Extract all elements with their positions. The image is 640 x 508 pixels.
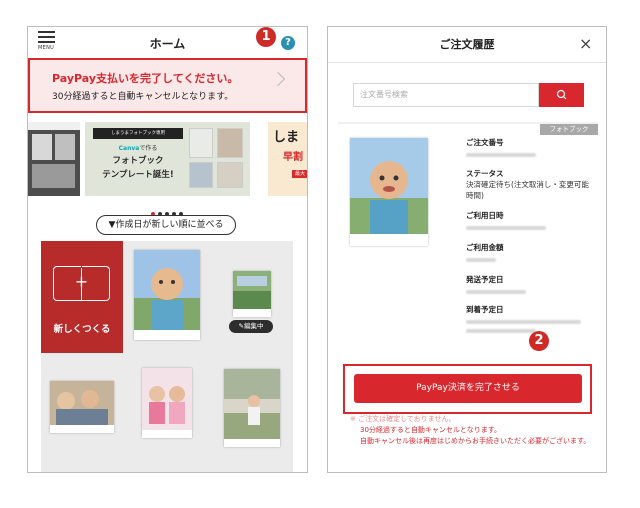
search-button[interactable] <box>539 83 584 107</box>
photobook-item[interactable] <box>126 356 208 468</box>
note-line: ※ ご注文は確定しておりません。 <box>350 415 456 423</box>
callout-badge-2: 2 <box>529 331 549 351</box>
photobook-item[interactable]: ✎編集中 <box>211 241 293 353</box>
order-search: 注文番号検索 <box>338 68 598 122</box>
order-cover-photo <box>350 138 428 234</box>
payment-notes: ※ ご注文は確定しておりません。 30分経過すると自動キャンセルとなります。 自… <box>350 414 600 447</box>
promo-slide-next[interactable]: しま 早割 最大 <box>268 122 307 196</box>
status-field: ステータス 決済確定待ち(注文取消し・変更可能時間) <box>466 168 591 201</box>
photobook-cover <box>233 271 271 317</box>
note-line: 自動キャンセル後は再度はじめからお手続きいただく必要がございます。 <box>360 437 591 445</box>
promo-next-title: しま <box>273 130 300 145</box>
photobook-cover <box>50 381 114 433</box>
close-icon[interactable]: × <box>579 36 592 52</box>
new-photobook-label: 新しくつくる <box>53 324 111 335</box>
arrive-date-field: 到着予定日 <box>466 304 581 333</box>
chevron-right-icon <box>270 71 286 87</box>
order-history-header: ご注文履歴 × <box>328 27 606 63</box>
banner-title: PayPay支払いを完了してください。 <box>52 72 239 85</box>
photobook-cover <box>224 369 280 447</box>
order-history-screen: ご注文履歴 × 注文番号検索 フォトブック ご注文番号 ステータス 決済確定待ち… <box>327 26 607 473</box>
banner-subtitle: 30分経過すると自動キャンセルとなります。 <box>52 92 234 102</box>
status-value: 決済確定待ち(注文取消し・変更可能時間) <box>466 180 589 200</box>
promo-canva-line: Canvaで作る <box>118 145 158 152</box>
sort-button[interactable]: ▼作成日が新しい順に並べる <box>96 215 236 235</box>
ship-date-field: 発送予定日 <box>466 274 526 294</box>
cover-photo <box>50 381 114 425</box>
payment-highlight: PayPay決済を完了させる <box>343 364 592 414</box>
photobook-item[interactable] <box>211 356 293 468</box>
slide-image <box>28 122 80 196</box>
promo-photos <box>189 128 245 190</box>
callout-badge-1: 1 <box>256 27 276 47</box>
amount-field: ご利用金額 <box>466 242 504 262</box>
new-photobook-button[interactable]: + 新しくつくる <box>41 241 123 353</box>
note-line: 30分経過すると自動キャンセルとなります。 <box>360 426 501 434</box>
promo-carousel[interactable]: しまうまフォトブック専用 Canvaで作る フォトブック テンプレート誕生! し… <box>28 122 307 196</box>
photobook-item[interactable] <box>41 356 123 468</box>
carousel-dots[interactable] <box>151 201 186 216</box>
paypay-payment-banner[interactable]: PayPay支払いを完了してください。 30分経過すると自動キャンセルとなります… <box>28 58 307 113</box>
promo-next-sub: 早割 <box>283 152 303 163</box>
cover-photo <box>142 368 192 430</box>
promo-line-1: フォトブック <box>112 156 164 166</box>
photobook-grid: + 新しくつくる ✎編集中 <box>41 241 293 472</box>
cover-photo <box>224 369 280 439</box>
promo-tag: しまうまフォトブック専用 <box>93 128 183 139</box>
order-number-search-input[interactable]: 注文番号検索 <box>353 83 539 107</box>
order-history-title: ご注文履歴 <box>439 38 495 51</box>
category-tag: フォトブック <box>540 124 598 135</box>
order-number-field: ご注文番号 <box>466 137 536 157</box>
promo-slide-previous[interactable] <box>28 122 80 196</box>
photobook-cover <box>134 250 200 340</box>
order-book-cover <box>350 138 428 246</box>
cover-photo <box>134 250 200 330</box>
photobook-item[interactable] <box>126 241 208 353</box>
promo-slide-canva[interactable]: しまうまフォトブック専用 Canvaで作る フォトブック テンプレート誕生! <box>85 122 250 196</box>
help-icon[interactable]: ? <box>281 36 295 50</box>
editing-badge: ✎編集中 <box>229 320 273 333</box>
search-icon <box>556 89 567 100</box>
promo-next-badge: 最大 <box>292 170 307 178</box>
photobook-cover <box>142 368 192 438</box>
home-screen: MENU ホーム ? PayPay支払いを完了してください。 30分経過すると自… <box>27 26 308 473</box>
cover-photo <box>233 271 271 309</box>
paypay-complete-button[interactable]: PayPay決済を完了させる <box>354 374 582 403</box>
open-book-plus-icon: + <box>53 266 110 301</box>
promo-line-2: テンプレート誕生! <box>102 170 174 180</box>
use-date-field: ご利用日時 <box>466 210 546 230</box>
